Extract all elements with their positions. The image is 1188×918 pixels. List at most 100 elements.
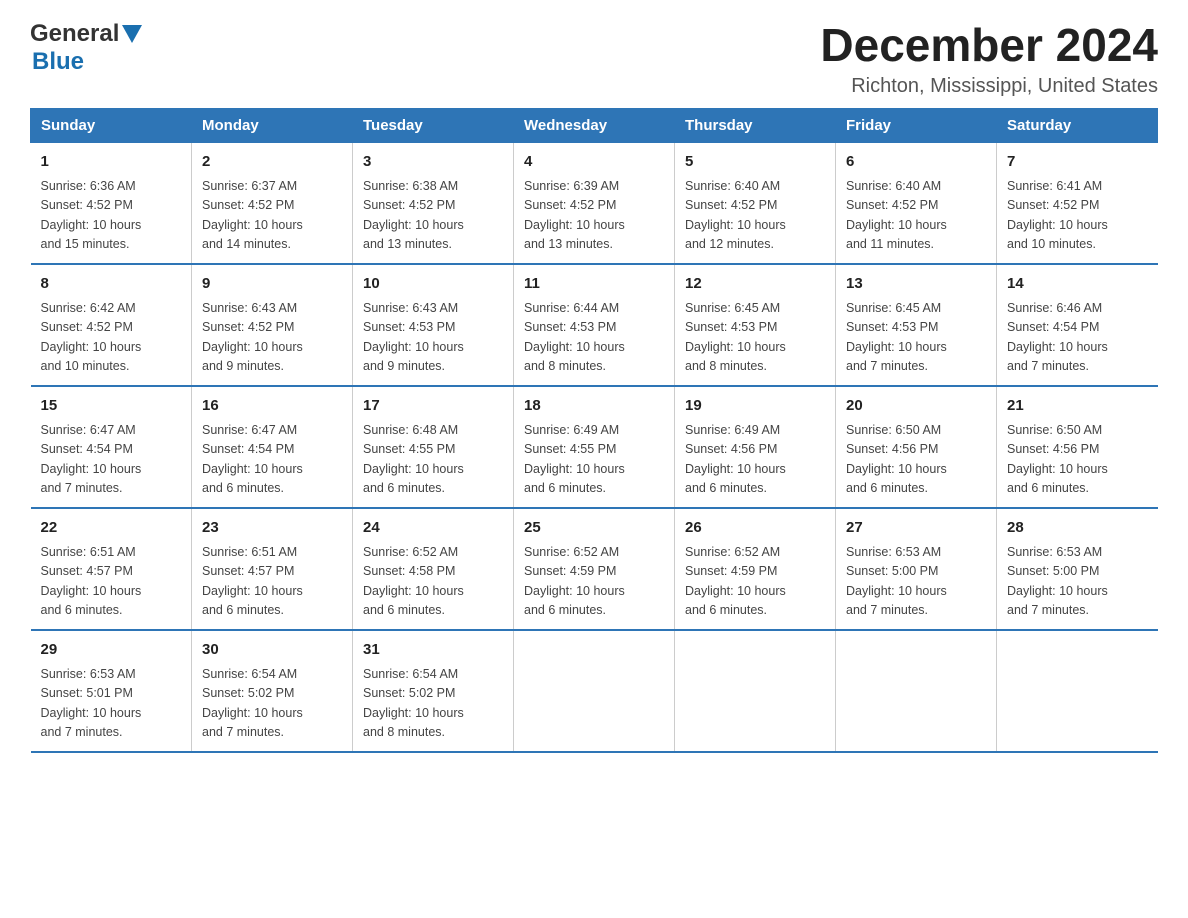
- day-cell: 4Sunrise: 6:39 AMSunset: 4:52 PMDaylight…: [514, 142, 675, 264]
- logo-triangle-icon: [122, 25, 142, 45]
- logo-general-text: General: [30, 20, 119, 48]
- header-wednesday: Wednesday: [514, 108, 675, 142]
- day-info: Sunrise: 6:47 AMSunset: 4:54 PMDaylight:…: [202, 421, 342, 499]
- day-cell: 8 Sunrise: 6:42 AMSunset: 4:52 PMDaylight…: [31, 264, 192, 386]
- day-number: 3: [363, 151, 503, 174]
- day-cell: 2Sunrise: 6:37 AMSunset: 4:52 PMDaylight…: [192, 142, 353, 264]
- day-cell: [514, 630, 675, 752]
- day-number: 14: [1007, 273, 1148, 296]
- day-info: Sunrise: 6:53 AMSunset: 5:01 PMDaylight:…: [41, 665, 182, 743]
- day-info: Sunrise: 6:51 AMSunset: 4:57 PMDaylight:…: [202, 543, 342, 621]
- day-info: Sunrise: 6:45 AMSunset: 4:53 PMDaylight:…: [846, 299, 986, 377]
- day-info: Sunrise: 6:39 AMSunset: 4:52 PMDaylight:…: [524, 177, 664, 255]
- day-info: Sunrise: 6:43 AMSunset: 4:53 PMDaylight:…: [363, 299, 503, 377]
- day-number: 13: [846, 273, 986, 296]
- day-number: 11: [524, 273, 664, 296]
- day-number: 22: [41, 517, 182, 540]
- calendar-subtitle: Richton, Mississippi, United States: [820, 75, 1158, 98]
- day-cell: 19 Sunrise: 6:49 AMSunset: 4:56 PMDayligh…: [675, 386, 836, 508]
- header-saturday: Saturday: [997, 108, 1158, 142]
- day-info: Sunrise: 6:53 AMSunset: 5:00 PMDaylight:…: [846, 543, 986, 621]
- week-row-1: 1 Sunrise: 6:36 AMSunset: 4:52 PMDaylight…: [31, 142, 1158, 264]
- day-cell: 30 Sunrise: 6:54 AMSunset: 5:02 PMDayligh…: [192, 630, 353, 752]
- page-header: General Blue December 2024 Richton, Miss…: [30, 20, 1158, 98]
- week-row-5: 29 Sunrise: 6:53 AMSunset: 5:01 PMDayligh…: [31, 630, 1158, 752]
- day-number: 16: [202, 395, 342, 418]
- day-cell: [675, 630, 836, 752]
- day-cell: 16 Sunrise: 6:47 AMSunset: 4:54 PMDayligh…: [192, 386, 353, 508]
- day-cell: 6 Sunrise: 6:40 AMSunset: 4:52 PMDaylight…: [836, 142, 997, 264]
- day-cell: 20 Sunrise: 6:50 AMSunset: 4:56 PMDayligh…: [836, 386, 997, 508]
- day-number: 5: [685, 151, 825, 174]
- day-number: 19: [685, 395, 825, 418]
- calendar-table: SundayMondayTuesdayWednesdayThursdayFrid…: [30, 108, 1158, 753]
- day-number: 6: [846, 151, 986, 174]
- day-info: Sunrise: 6:49 AMSunset: 4:55 PMDaylight:…: [524, 421, 664, 499]
- day-cell: 31 Sunrise: 6:54 AMSunset: 5:02 PMDayligh…: [353, 630, 514, 752]
- day-number: 20: [846, 395, 986, 418]
- week-row-2: 8 Sunrise: 6:42 AMSunset: 4:52 PMDaylight…: [31, 264, 1158, 386]
- day-number: 26: [685, 517, 825, 540]
- day-info: Sunrise: 6:48 AMSunset: 4:55 PMDaylight:…: [363, 421, 503, 499]
- day-info: Sunrise: 6:54 AMSunset: 5:02 PMDaylight:…: [202, 665, 342, 743]
- day-info: Sunrise: 6:51 AMSunset: 4:57 PMDaylight:…: [41, 543, 182, 621]
- day-info: Sunrise: 6:50 AMSunset: 4:56 PMDaylight:…: [1007, 421, 1148, 499]
- day-cell: 21 Sunrise: 6:50 AMSunset: 4:56 PMDayligh…: [997, 386, 1158, 508]
- day-cell: 18Sunrise: 6:49 AMSunset: 4:55 PMDayligh…: [514, 386, 675, 508]
- day-number: 23: [202, 517, 342, 540]
- header-monday: Monday: [192, 108, 353, 142]
- day-info: Sunrise: 6:45 AMSunset: 4:53 PMDaylight:…: [685, 299, 825, 377]
- day-cell: 26 Sunrise: 6:52 AMSunset: 4:59 PMDayligh…: [675, 508, 836, 630]
- calendar-title-section: December 2024 Richton, Mississippi, Unit…: [820, 20, 1158, 98]
- header-friday: Friday: [836, 108, 997, 142]
- day-number: 9: [202, 273, 342, 296]
- logo: General Blue: [30, 20, 142, 76]
- day-number: 24: [363, 517, 503, 540]
- day-info: Sunrise: 6:44 AMSunset: 4:53 PMDaylight:…: [524, 299, 664, 377]
- day-cell: 27 Sunrise: 6:53 AMSunset: 5:00 PMDayligh…: [836, 508, 997, 630]
- day-number: 31: [363, 639, 503, 662]
- day-info: Sunrise: 6:36 AMSunset: 4:52 PMDaylight:…: [41, 177, 182, 255]
- day-info: Sunrise: 6:52 AMSunset: 4:59 PMDaylight:…: [524, 543, 664, 621]
- header-row: SundayMondayTuesdayWednesdayThursdayFrid…: [31, 108, 1158, 142]
- day-info: Sunrise: 6:47 AMSunset: 4:54 PMDaylight:…: [41, 421, 182, 499]
- day-cell: 10 Sunrise: 6:43 AMSunset: 4:53 PMDayligh…: [353, 264, 514, 386]
- day-number: 21: [1007, 395, 1148, 418]
- day-cell: 15 Sunrise: 6:47 AMSunset: 4:54 PMDayligh…: [31, 386, 192, 508]
- day-cell: 22 Sunrise: 6:51 AMSunset: 4:57 PMDayligh…: [31, 508, 192, 630]
- day-cell: [836, 630, 997, 752]
- day-cell: 3 Sunrise: 6:38 AMSunset: 4:52 PMDaylight…: [353, 142, 514, 264]
- day-info: Sunrise: 6:50 AMSunset: 4:56 PMDaylight:…: [846, 421, 986, 499]
- day-info: Sunrise: 6:40 AMSunset: 4:52 PMDaylight:…: [846, 177, 986, 255]
- day-cell: 14 Sunrise: 6:46 AMSunset: 4:54 PMDayligh…: [997, 264, 1158, 386]
- day-info: Sunrise: 6:38 AMSunset: 4:52 PMDaylight:…: [363, 177, 503, 255]
- day-cell: 7Sunrise: 6:41 AMSunset: 4:52 PMDaylight…: [997, 142, 1158, 264]
- day-info: Sunrise: 6:54 AMSunset: 5:02 PMDaylight:…: [363, 665, 503, 743]
- header-sunday: Sunday: [31, 108, 192, 142]
- day-number: 27: [846, 517, 986, 540]
- day-cell: 11 Sunrise: 6:44 AMSunset: 4:53 PMDayligh…: [514, 264, 675, 386]
- header-thursday: Thursday: [675, 108, 836, 142]
- day-info: Sunrise: 6:49 AMSunset: 4:56 PMDaylight:…: [685, 421, 825, 499]
- day-cell: 1 Sunrise: 6:36 AMSunset: 4:52 PMDaylight…: [31, 142, 192, 264]
- day-number: 30: [202, 639, 342, 662]
- day-number: 15: [41, 395, 182, 418]
- day-number: 8: [41, 273, 182, 296]
- day-cell: 23 Sunrise: 6:51 AMSunset: 4:57 PMDayligh…: [192, 508, 353, 630]
- day-number: 25: [524, 517, 664, 540]
- day-cell: [997, 630, 1158, 752]
- day-number: 10: [363, 273, 503, 296]
- day-info: Sunrise: 6:46 AMSunset: 4:54 PMDaylight:…: [1007, 299, 1148, 377]
- day-info: Sunrise: 6:42 AMSunset: 4:52 PMDaylight:…: [41, 299, 182, 377]
- day-number: 1: [41, 151, 182, 174]
- day-info: Sunrise: 6:43 AMSunset: 4:52 PMDaylight:…: [202, 299, 342, 377]
- day-info: Sunrise: 6:52 AMSunset: 4:59 PMDaylight:…: [685, 543, 825, 621]
- header-tuesday: Tuesday: [353, 108, 514, 142]
- day-cell: 29 Sunrise: 6:53 AMSunset: 5:01 PMDayligh…: [31, 630, 192, 752]
- day-info: Sunrise: 6:40 AMSunset: 4:52 PMDaylight:…: [685, 177, 825, 255]
- day-number: 29: [41, 639, 182, 662]
- day-info: Sunrise: 6:37 AMSunset: 4:52 PMDaylight:…: [202, 177, 342, 255]
- day-cell: 13 Sunrise: 6:45 AMSunset: 4:53 PMDayligh…: [836, 264, 997, 386]
- week-row-4: 22 Sunrise: 6:51 AMSunset: 4:57 PMDayligh…: [31, 508, 1158, 630]
- day-cell: 9 Sunrise: 6:43 AMSunset: 4:52 PMDaylight…: [192, 264, 353, 386]
